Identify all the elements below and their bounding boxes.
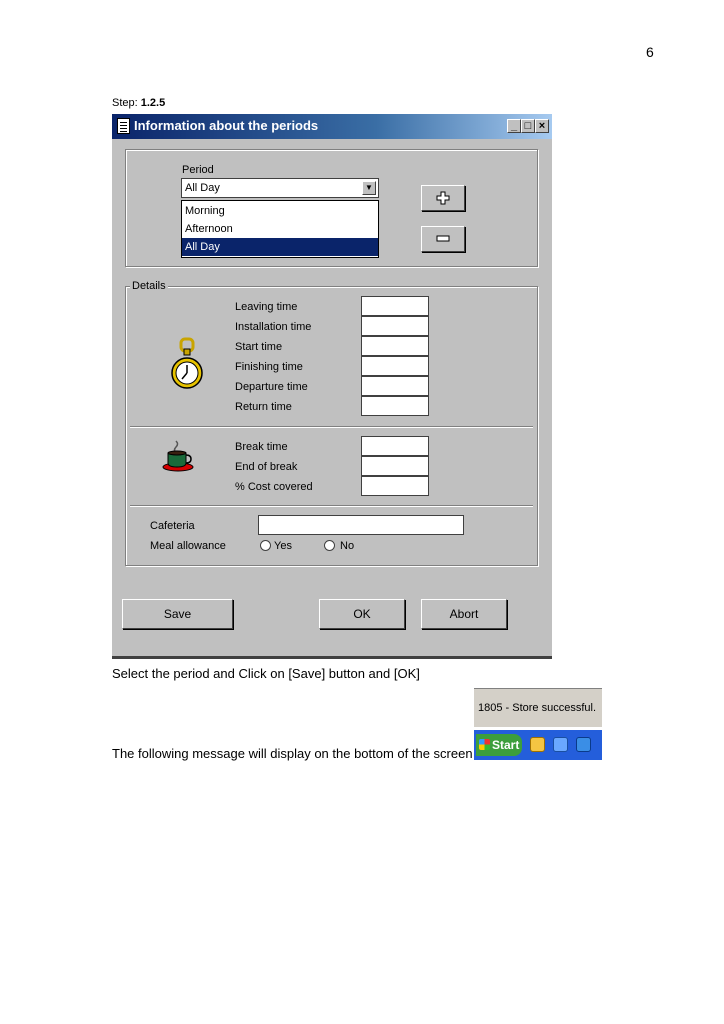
remove-period-button[interactable] (421, 226, 465, 252)
coffee-cup-icon (162, 440, 194, 472)
leaving-time-input[interactable] (361, 296, 429, 316)
details-legend: Details (130, 280, 168, 292)
period-option-afternoon[interactable]: Afternoon (182, 220, 378, 238)
abort-button[interactable]: Abort (421, 599, 507, 629)
field-label: End of break (235, 461, 298, 473)
browser-icon[interactable] (553, 737, 568, 752)
period-selected-value: All Day (185, 182, 220, 194)
cafeteria-input[interactable] (258, 515, 464, 535)
end-of-break-input[interactable] (361, 456, 429, 476)
app-icon (117, 118, 130, 134)
return-time-input[interactable] (361, 396, 429, 416)
quick-launch-icon[interactable] (530, 737, 545, 752)
period-dropdown-list: Morning Afternoon All Day (181, 200, 379, 258)
break-time-input[interactable] (361, 436, 429, 456)
message-intro-text: The following message will display on th… (112, 746, 473, 761)
radio-no-label: No (340, 540, 355, 552)
ok-button[interactable]: OK (319, 599, 405, 629)
meal-allowance-label: Meal allowance (150, 540, 226, 552)
internet-explorer-icon[interactable] (576, 737, 591, 752)
plus-icon (436, 191, 450, 205)
field-label: Start time (235, 341, 283, 353)
period-select[interactable]: All Day ▼ (181, 178, 379, 198)
meal-allowance-yes-radio[interactable] (260, 540, 271, 551)
period-option-all-day[interactable]: All Day (182, 238, 378, 256)
stopwatch-icon (171, 337, 203, 389)
field-label: Finishing time (235, 361, 303, 373)
minimize-button[interactable]: _ (507, 119, 521, 133)
dialog-title: Information about the periods (134, 118, 319, 133)
period-option-morning[interactable]: Morning (182, 202, 378, 220)
field-label: % Cost covered (235, 481, 313, 493)
add-period-button[interactable] (421, 185, 465, 211)
step-prefix: Step: (112, 97, 141, 109)
title-bar[interactable]: Information about the periods _ □ × (112, 114, 552, 139)
finishing-time-input[interactable] (361, 356, 429, 376)
maximize-button[interactable]: □ (521, 119, 535, 133)
divider (130, 505, 533, 507)
step-number: 1.2.5 (140, 97, 166, 109)
installation-time-input[interactable] (361, 316, 429, 336)
minus-icon (436, 235, 450, 242)
page-number: 6 (646, 44, 654, 60)
save-button[interactable]: Save (122, 599, 233, 629)
field-label: Leaving time (235, 301, 298, 313)
field-label: Departure time (235, 381, 308, 393)
status-message: 1805 - Store successful. (478, 702, 597, 714)
dialog-window: Information about the periods _ □ × Peri… (112, 114, 552, 659)
field-label: Break time (235, 441, 288, 453)
windows-logo-icon (479, 739, 490, 750)
period-label: Period (182, 164, 214, 176)
cafeteria-label: Cafeteria (150, 520, 195, 532)
radio-yes-label: Yes (274, 540, 292, 552)
chevron-down-icon[interactable]: ▼ (362, 181, 376, 195)
step-label: Step: 1.2.5 (112, 97, 165, 109)
close-button[interactable]: × (535, 119, 549, 133)
start-time-input[interactable] (361, 336, 429, 356)
meal-allowance-no-radio[interactable] (324, 540, 335, 551)
cost-covered-input[interactable] (361, 476, 429, 496)
instruction-text: Select the period and Click on [Save] bu… (112, 666, 420, 681)
field-label: Return time (235, 401, 292, 413)
divider (130, 426, 533, 428)
departure-time-input[interactable] (361, 376, 429, 396)
field-label: Installation time (235, 321, 312, 333)
